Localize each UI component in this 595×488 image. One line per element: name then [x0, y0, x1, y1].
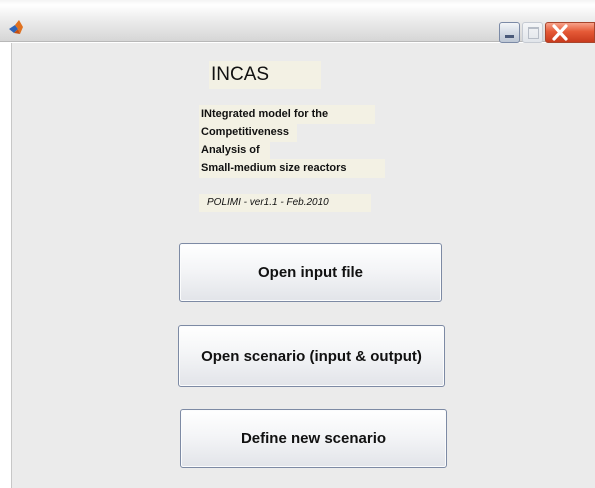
version-label: POLIMI - ver1.1 - Feb.2010: [199, 194, 371, 212]
close-icon: [552, 24, 568, 41]
description-line-2: Competitiveness: [199, 123, 297, 142]
minimize-icon: [505, 35, 514, 38]
open-input-file-button[interactable]: Open input file: [179, 243, 442, 302]
app-title: INCAS: [209, 61, 321, 89]
maximize-button[interactable]: [522, 22, 543, 43]
matlab-icon: [9, 20, 23, 34]
description-line-4: Small-medium size reactors: [199, 159, 385, 178]
description-line-1: INtegrated model for the: [199, 105, 375, 124]
minimize-button[interactable]: [499, 22, 520, 43]
open-scenario-button[interactable]: Open scenario (input & output): [178, 325, 445, 387]
maximize-icon: [528, 27, 539, 39]
title-bar[interactable]: [0, 0, 595, 43]
incas-main-window: INCAS INtegrated model for the Competiti…: [0, 0, 595, 488]
define-new-scenario-button[interactable]: Define new scenario: [180, 409, 447, 468]
close-button[interactable]: [545, 22, 595, 43]
description-line-3: Analysis of: [199, 141, 270, 160]
window-content: INCAS INtegrated model for the Competiti…: [11, 43, 595, 488]
